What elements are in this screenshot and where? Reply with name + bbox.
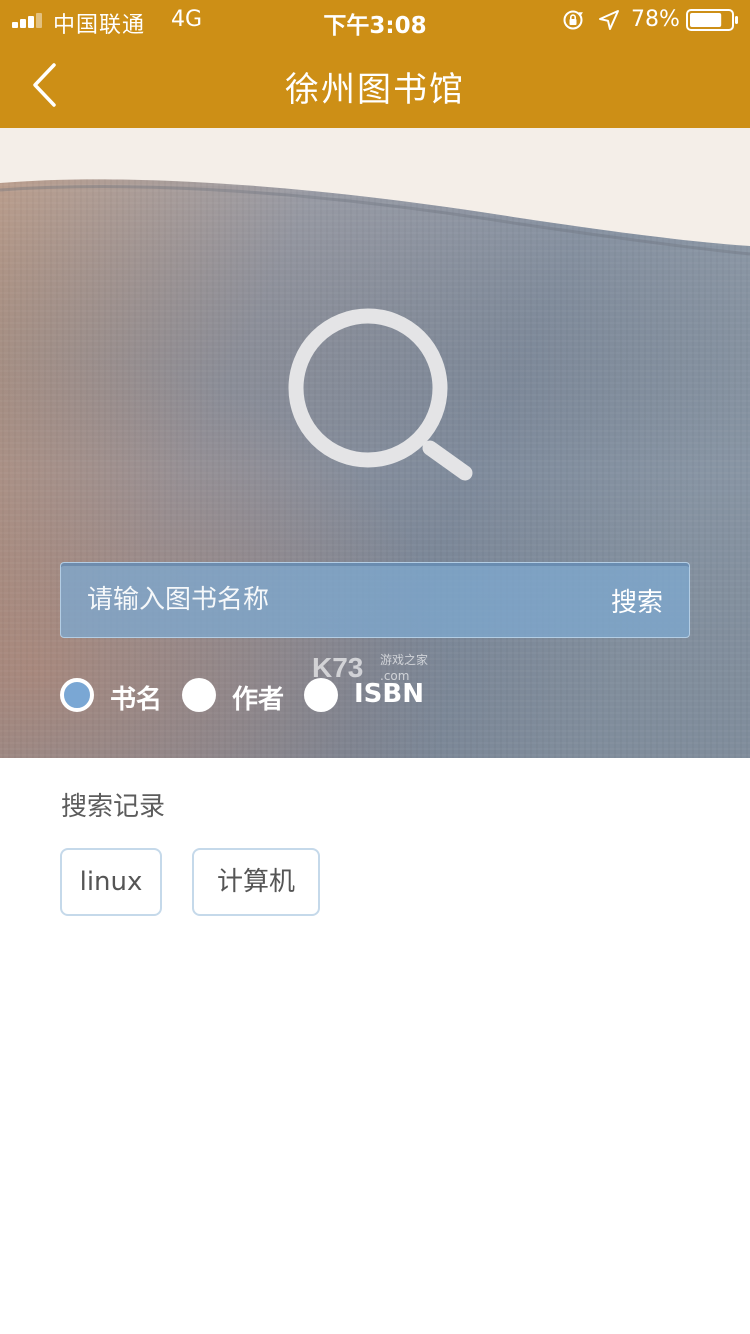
status-bar: 中国联通 4G 下午3:08 78% <box>0 0 750 40</box>
history-tag-linux[interactable]: linux <box>60 848 162 916</box>
orientation-lock-icon <box>563 10 583 30</box>
radio-unchecked-icon[interactable] <box>304 678 338 712</box>
navigation-bar: 徐州图书馆 <box>0 40 750 128</box>
search-button[interactable]: 搜索 <box>611 582 663 619</box>
battery-percentage: 78% <box>631 7 680 32</box>
search-bar: 搜索 <box>60 562 690 638</box>
radio-unchecked-icon[interactable] <box>182 678 216 712</box>
radio-checked-icon[interactable] <box>60 678 94 712</box>
search-hero: 搜索 K73 游戏之家 .com 书名 作者 ISBN <box>0 128 750 758</box>
search-icon <box>288 308 473 481</box>
radio-author[interactable]: 作者 <box>182 676 292 716</box>
location-arrow-icon <box>599 10 619 30</box>
svg-text:游戏之家: 游戏之家 <box>380 652 428 667</box>
page-title: 徐州图书馆 <box>285 70 465 110</box>
radio-isbn[interactable]: ISBN <box>304 676 424 716</box>
search-input[interactable] <box>61 563 581 637</box>
radio-title[interactable]: 书名 <box>60 676 170 716</box>
search-history-title: 搜索记录 <box>61 792 166 822</box>
radio-label-title: 书名 <box>110 685 163 715</box>
radio-label-author: 作者 <box>232 685 285 715</box>
battery-icon <box>686 9 738 31</box>
radio-label-isbn: ISBN <box>354 679 424 709</box>
history-tag-computer[interactable]: 计算机 <box>192 848 320 916</box>
